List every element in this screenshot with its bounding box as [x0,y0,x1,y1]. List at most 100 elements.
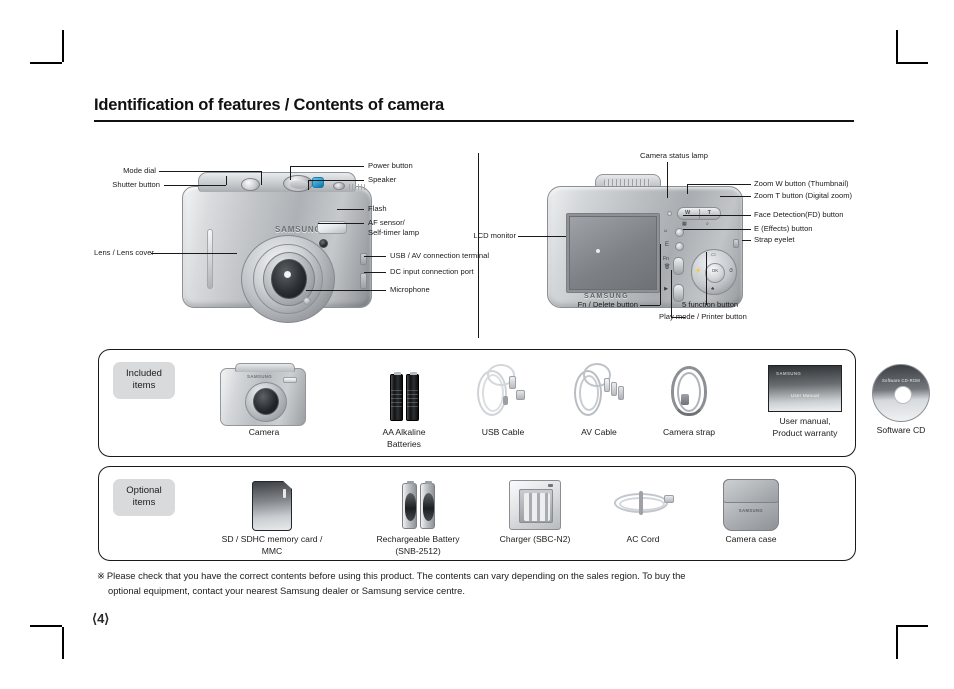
rear-brand-logo: SAMSUNG [584,293,629,300]
sd-card-art [252,481,292,531]
front-grip [207,229,213,289]
leader-face-detection [683,215,751,216]
page-number: ⟨4⟩ [92,611,110,626]
leader-speaker-v [308,180,309,190]
lens-glass [271,259,307,299]
included-badge-line1: Included [126,368,162,379]
label-flash: Flash [368,204,387,213]
leader-zoom-t [720,196,751,197]
microphone-hole [303,297,311,305]
label-face-detection-button: Face Detection(FD) button [754,210,844,219]
dpad-left-flash-icon: ⚡ [695,268,702,274]
footnote-mark: ※ [97,570,105,581]
footnote-line1: Please check that you have the correct c… [106,570,686,581]
optional-caption-battery-2: (SNB-2512) [395,546,441,556]
fn-chip-label: Fn [663,256,669,262]
front-camera-illustration: SAMSUNG [174,166,379,323]
user-manual-art: SAMSUNG User Manual [768,365,842,412]
included-item-usb-cable: USB Cable [449,360,557,438]
included-badge-line2: items [132,380,156,391]
dc-input-port [360,273,367,289]
leader-lens [151,253,237,254]
leader-shutter [164,185,226,186]
label-power-button: Power button [368,161,413,170]
footnote-line2: optional equipment, contact your nearest… [108,585,465,596]
manual-cover-logo: SAMSUNG [776,371,802,376]
optional-caption-camera-case: Camera case [725,534,777,544]
lcd-monitor [566,213,660,293]
optional-items-box: Optional items SD / SDHC memory card / M… [98,466,856,561]
leader-microphone [306,290,386,291]
leader-fn-delete-v [660,244,661,305]
dpad-right-timer-icon: ⏱ [729,268,733,274]
camera-case-art: SAMSUNG [723,479,779,531]
optional-item-camera-case: SAMSUNG Camera case [695,475,807,545]
optional-item-ac-cord: AC Cord [591,475,695,545]
ac-cord-art [608,475,678,533]
included-item-software-cd: Software CD-ROM Software CD [849,360,953,436]
label-microphone: Microphone [390,285,430,294]
leader-status-lamp-v [667,162,668,198]
optional-badge-line2: items [132,497,156,508]
leader-zoom-w [687,184,751,185]
leader-zoom-w-v [687,184,688,194]
camera-status-lamp [667,211,672,216]
leader-five-function-v [706,252,707,305]
optional-caption-memory-card-2: MMC [261,546,283,556]
manual-page: Identification of features / Contents of… [0,0,954,689]
label-lcd-monitor: LCD monitor [473,231,516,240]
optional-items-badge: Optional items [113,479,175,516]
included-item-camera: SAMSUNG Camera [204,360,324,438]
included-caption-batteries-1: AA Alkaline [382,427,426,437]
included-item-user-manual: SAMSUNG User Manual User manual, Product… [744,358,866,439]
front-top-plate [198,172,365,192]
face-detection-icon: ☺ [663,228,669,234]
camera-strap-art [661,360,717,426]
label-af-sensor: AF sensor/ [368,218,405,227]
label-strap-eyelet: Strap eyelet [754,235,795,244]
strap-eyelet [733,239,739,248]
leader-usb-av [364,256,386,257]
label-five-function-button: 5 function button [682,300,739,309]
thumbnail-icon: ▦ [682,221,687,227]
label-self-timer-lamp: Self-timer lamp [368,228,420,237]
dpad-down-macro-icon: ♣ [711,286,715,292]
shutter-button [241,178,260,191]
leader-dc-input [364,272,386,273]
magnifier-icon: ⌕ [706,221,709,227]
included-caption-batteries-2: Batteries [387,439,421,449]
page-header: Identification of features / Contents of… [94,96,854,122]
label-usb-av-terminal: USB / AV connection terminal [390,251,490,260]
label-zoom-w-button: Zoom W button (Thumbnail) [754,179,849,188]
charger-art [509,480,561,530]
camera-art-brand: SAMSUNG [247,374,273,379]
title-underline [94,120,854,122]
leader-lcd-monitor [518,236,566,237]
optional-caption-memory-card-1: SD / SDHC memory card / [221,534,323,544]
optional-caption-charger: Charger (SBC-N2) [499,534,571,544]
five-function-pad: ▭ ⚡ ⏱ ♣ OK [691,249,737,295]
footnote: ※ Please check that you have the correct … [97,568,842,598]
manual-cover-title: User Manual [790,393,820,398]
optional-caption-battery-1: Rechargeable Battery [376,534,460,544]
leader-flash [337,209,364,210]
usb-cable-art [473,360,533,426]
leader-shutter-v [226,176,227,185]
camera-diagrams: SAMSUNG Mode dial Shutter button Lens / … [94,148,854,343]
optional-caption-ac-cord: AC Cord [626,534,660,544]
label-speaker: Speaker [368,175,397,184]
label-zoom-t-button: Zoom T button (Digital zoom) [754,191,853,200]
optional-item-memory-card: SD / SDHC memory card / MMC [197,475,347,557]
included-item-camera-strap: Camera strap [634,360,744,438]
label-fn-delete-button: Fn / Delete button [577,300,638,309]
lcd-highlight [596,249,600,253]
optional-badge-line1: Optional [126,485,162,496]
case-brand-logo: SAMSUNG [738,508,764,513]
label-mode-dial: Mode dial [123,166,156,175]
av-cable-art [570,360,628,426]
leader-mode-dial-v [261,171,262,185]
leader-af-sensor [318,223,364,224]
front-brand-logo: SAMSUNG [275,225,322,234]
leader-mode-dial [159,171,261,172]
leader-power [290,166,364,167]
